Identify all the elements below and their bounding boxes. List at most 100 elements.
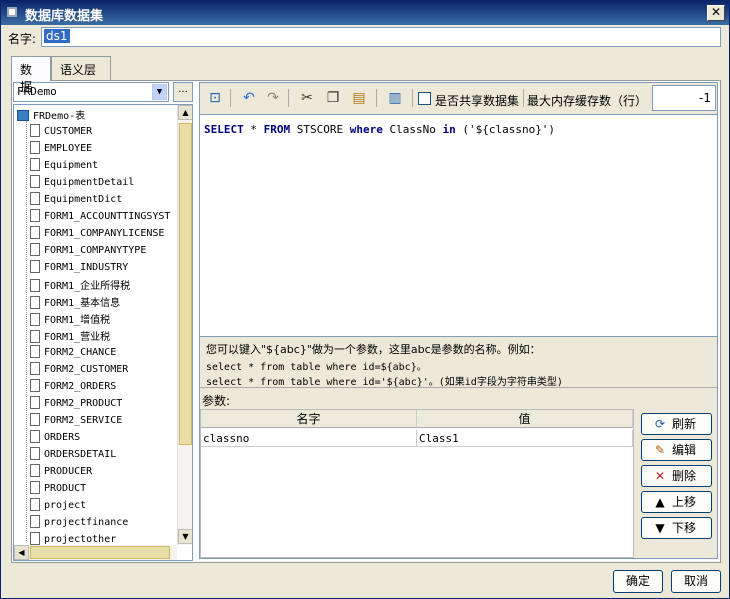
table-file-icon: [30, 379, 40, 392]
table-file-icon: [30, 141, 40, 154]
table-file-icon: [30, 175, 40, 188]
connection-more-button[interactable]: ...: [173, 82, 193, 102]
table-tree[interactable]: FRDemo-表 CUSTOMER EMPLOYEE Equipment Equipm…: [13, 104, 193, 561]
ok-button[interactable]: 确定: [613, 570, 663, 593]
tree-table-item[interactable]: EquipmentDetail: [30, 175, 134, 191]
sql-editor[interactable]: SELECT * FROM STSCORE where ClassNo in (…: [200, 114, 717, 337]
max-cache-label: 最大内存缓存数（行）: [527, 94, 648, 108]
scroll-thumb[interactable]: [179, 123, 192, 445]
table-file-icon: [30, 498, 40, 511]
tree-table-item[interactable]: FORM1_COMPANYTYPE: [30, 243, 146, 259]
move-down-button[interactable]: ▼ 下移: [641, 517, 712, 539]
paste-icon[interactable]: ▤: [350, 89, 368, 107]
tree-table-item[interactable]: FORM1_INDUSTRY: [30, 260, 128, 276]
window-title: 数据库数据集: [25, 9, 104, 24]
tree-table-item[interactable]: projectfinance: [30, 515, 128, 531]
dataset-dialog: 数据库数据集 ✕ 名字: ds1 数据 语义层 FRDemo ▼ ... FRD…: [0, 0, 730, 599]
table-file-icon: [30, 515, 40, 528]
scroll-down-arrow-icon[interactable]: ▼: [178, 529, 192, 544]
tree-table-item[interactable]: ORDERSDETAIL: [30, 447, 116, 463]
refresh-button[interactable]: ⟳ 刷新: [641, 413, 712, 435]
tree-guide-line: [26, 121, 27, 541]
table-file-icon: [30, 464, 40, 477]
tree-table-item[interactable]: PRODUCT: [30, 481, 86, 497]
tree-horizontal-scrollbar[interactable]: ◀: [14, 545, 177, 560]
tree-table-label: CUSTOMER: [44, 126, 93, 137]
params-label: 参数:: [202, 394, 231, 408]
table-file-icon: [30, 430, 40, 443]
tree-table-item[interactable]: FORM1_基本信息: [30, 294, 120, 310]
tree-table-item[interactable]: FORM1_企业所得税: [30, 277, 130, 293]
scroll-left-arrow-icon[interactable]: ◀: [14, 545, 29, 560]
tree-table-label: FORM1_基本信息: [44, 298, 121, 309]
tree-table-item[interactable]: FORM2_PRODUCT: [30, 396, 122, 412]
tree-table-item[interactable]: FORM1_ACCOUNTTINGSYST: [30, 209, 170, 225]
tree-table-item[interactable]: EMPLOYEE: [30, 141, 92, 157]
horizontal-scroll-thumb[interactable]: [30, 546, 170, 559]
tree-table-item[interactable]: project: [30, 498, 86, 514]
table-file-icon: [30, 243, 40, 256]
columns-icon[interactable]: ▥: [386, 89, 404, 107]
table-file-icon: [30, 396, 40, 409]
table-file-icon: [30, 313, 40, 326]
redo-icon[interactable]: ↷: [264, 89, 282, 107]
window-icon: [7, 7, 17, 17]
preview-icon[interactable]: ⊡: [206, 89, 224, 107]
sql-keyword-select: SELECT: [204, 123, 244, 136]
shared-dataset-checkbox[interactable]: [418, 92, 431, 105]
scroll-up-arrow-icon[interactable]: ▲: [178, 105, 192, 120]
toolbar-separator: [376, 89, 377, 107]
query-panel: ⊡ ↶ ↷ ✂ ❐ ▤ ▥ 是否共享数据集 最大内存缓存数（行） -1 SELE…: [199, 82, 718, 559]
tree-root[interactable]: FRDemo-表: [17, 107, 85, 123]
tree-table-item[interactable]: FORM1_增值税: [30, 311, 110, 327]
tree-table-label: ORDERSDETAIL: [44, 449, 117, 460]
edit-button[interactable]: ✎ 编辑: [641, 439, 712, 461]
tree-table-item[interactable]: FORM2_ORDERS: [30, 379, 116, 395]
connection-select[interactable]: FRDemo ▼: [13, 82, 169, 102]
title-bar[interactable]: 数据库数据集 ✕: [1, 1, 729, 25]
cancel-button[interactable]: 取消: [671, 570, 721, 593]
chevron-down-icon[interactable]: ▼: [152, 84, 167, 100]
tree-table-item[interactable]: Equipment: [30, 158, 98, 174]
table-file-icon: [30, 481, 40, 494]
tree-table-label: FORM1_营业税: [44, 332, 111, 343]
tree-table-item[interactable]: EquipmentDict: [30, 192, 122, 208]
tree-table-item[interactable]: CUSTOMER: [30, 124, 92, 140]
cut-icon[interactable]: ✂: [298, 89, 316, 107]
pencil-icon: ✎: [654, 443, 666, 457]
tree-table-label: project: [44, 500, 87, 511]
tree-table-item[interactable]: FORM1_COMPANYLICENSE: [30, 226, 164, 242]
tree-table-item[interactable]: FORM1_营业税: [30, 328, 110, 344]
tree-table-item[interactable]: FORM2_CHANCE: [30, 345, 116, 361]
delete-icon: ✕: [654, 469, 666, 483]
param-value-cell[interactable]: Class1: [417, 430, 633, 447]
tree-table-item[interactable]: PRODUCER: [30, 464, 92, 480]
tree-table-label: FORM1_COMPANYTYPE: [44, 245, 147, 256]
params-header-name[interactable]: 名字: [201, 410, 417, 428]
tree-table-label: EquipmentDetail: [44, 177, 135, 188]
tree-table-item[interactable]: FORM2_CUSTOMER: [30, 362, 128, 378]
name-input[interactable]: ds1: [41, 27, 721, 47]
move-up-button[interactable]: ▲ 上移: [641, 491, 712, 513]
close-button[interactable]: ✕: [707, 5, 725, 21]
tree-vertical-scrollbar[interactable]: ▲ ▼: [177, 105, 192, 545]
tree-table-label: PRODUCER: [44, 466, 93, 477]
tree-table-label: FORM1_ACCOUNTTINGSYST: [44, 211, 171, 222]
params-table[interactable]: 名字 值 classno Class1: [200, 409, 634, 558]
max-cache-input[interactable]: -1: [652, 85, 716, 111]
param-name-cell[interactable]: classno: [201, 430, 417, 447]
tree-table-item[interactable]: FORM2_SERVICE: [30, 413, 122, 429]
params-header-value[interactable]: 值: [417, 410, 633, 428]
table-file-icon: [30, 362, 40, 375]
delete-button[interactable]: ✕ 删除: [641, 465, 712, 487]
tree-table-label: FORM1_COMPANYLICENSE: [44, 228, 165, 239]
sql-toolbar: ⊡ ↶ ↷ ✂ ❐ ▤ ▥ 是否共享数据集 最大内存缓存数（行） -1: [200, 83, 717, 113]
copy-icon[interactable]: ❐: [324, 89, 342, 107]
tree-table-item[interactable]: ORDERS: [30, 430, 80, 446]
sql-keyword-in: in: [442, 123, 456, 136]
undo-icon[interactable]: ↶: [240, 89, 258, 107]
tab-data[interactable]: 数据: [11, 56, 51, 94]
tree-table-label: EMPLOYEE: [44, 143, 93, 154]
tab-semantic-layer[interactable]: 语义层: [51, 56, 111, 80]
table-file-icon: [30, 279, 40, 292]
